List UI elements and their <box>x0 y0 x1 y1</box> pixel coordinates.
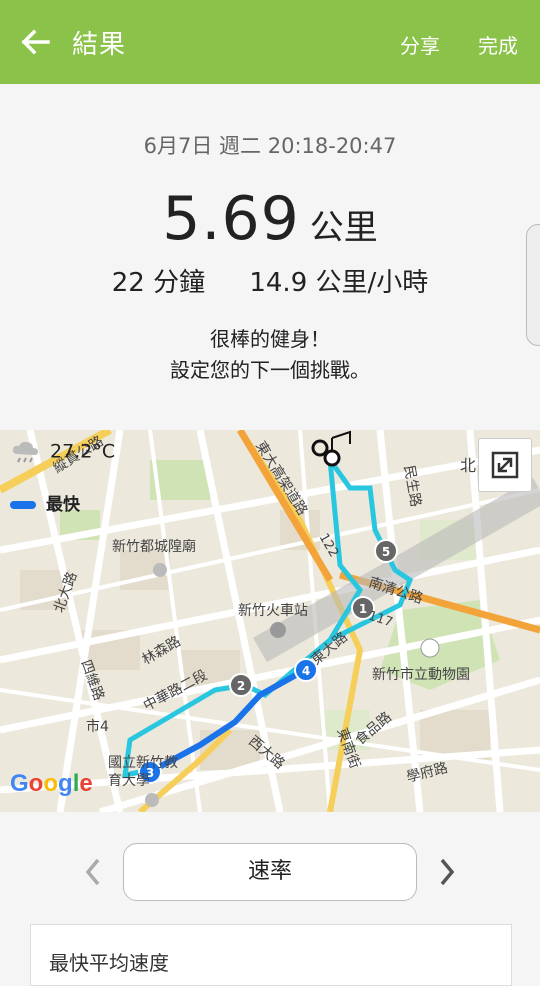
message-line-1: 很棒的健身！ <box>210 327 330 351</box>
expand-icon <box>491 451 519 479</box>
share-button[interactable]: 分享 <box>400 30 440 59</box>
done-button[interactable]: 完成 <box>478 30 518 59</box>
weather-info: 27.2°C <box>10 440 115 464</box>
route-marker-5: 5 <box>382 545 390 559</box>
side-handle[interactable] <box>526 224 540 346</box>
fastest-speed-card: 最快平均速度 <box>30 924 512 986</box>
map-label: 新竹火車站 <box>238 603 308 619</box>
route-marker-1: 1 <box>359 602 367 616</box>
chevron-right-icon[interactable] <box>432 852 462 892</box>
speed-value: 14.9 公里/小時 <box>249 268 429 298</box>
distance-unit: 公里 <box>309 208 378 248</box>
distance-value: 5.69 <box>162 184 300 254</box>
card-title: 最快平均速度 <box>49 951 169 975</box>
workout-summary: 6月7日 週二 20:18-20:47 5.69 公里 22 分鐘 14.9 公里… <box>0 84 540 430</box>
map-label: 新竹都城隍廟 <box>112 539 196 555</box>
distance-display: 5.69 公里 <box>0 184 540 254</box>
route-map[interactable]: 1 2 3 4 5 縱貫公路 東大高架道路 民生路 北 新竹都城隍廟 北大路 南… <box>0 430 540 812</box>
legend-label: 最快 <box>46 495 80 515</box>
back-arrow-icon[interactable] <box>20 28 52 56</box>
message-line-2: 設定您的下一個挑戰。 <box>170 358 370 382</box>
motivation-message: 很棒的健身！ 設定您的下一個挑戰。 <box>0 324 540 386</box>
metric-selector[interactable]: 速率 <box>123 843 417 901</box>
workout-stats: 22 分鐘 14.9 公里/小時 <box>0 262 540 299</box>
cloud-rain-icon <box>12 441 38 463</box>
route-legend: 最快 <box>10 490 80 515</box>
workout-date: 6月7日 週二 20:18-20:47 <box>143 134 397 158</box>
app-header: 結果 分享 完成 <box>0 0 540 84</box>
temperature-value: 27.2°C <box>50 440 116 463</box>
map-label: 北 <box>460 456 477 475</box>
map-label: 新竹市立動物園 <box>372 667 470 683</box>
google-logo: Google <box>10 770 93 797</box>
duration-value: 22 分鐘 <box>111 268 206 298</box>
map-label: 國立新竹教育大學 <box>108 755 178 789</box>
route-marker-4: 4 <box>302 664 310 678</box>
page-title: 結果 <box>72 30 127 60</box>
fastest-segment-swatch <box>10 501 36 509</box>
expand-map-button[interactable] <box>478 438 532 492</box>
route-marker-2: 2 <box>237 679 245 693</box>
map-label: 市4 <box>86 719 109 735</box>
chevron-left-icon[interactable] <box>78 852 108 892</box>
chart-section: 速率 最快平均速度 <box>0 812 540 986</box>
